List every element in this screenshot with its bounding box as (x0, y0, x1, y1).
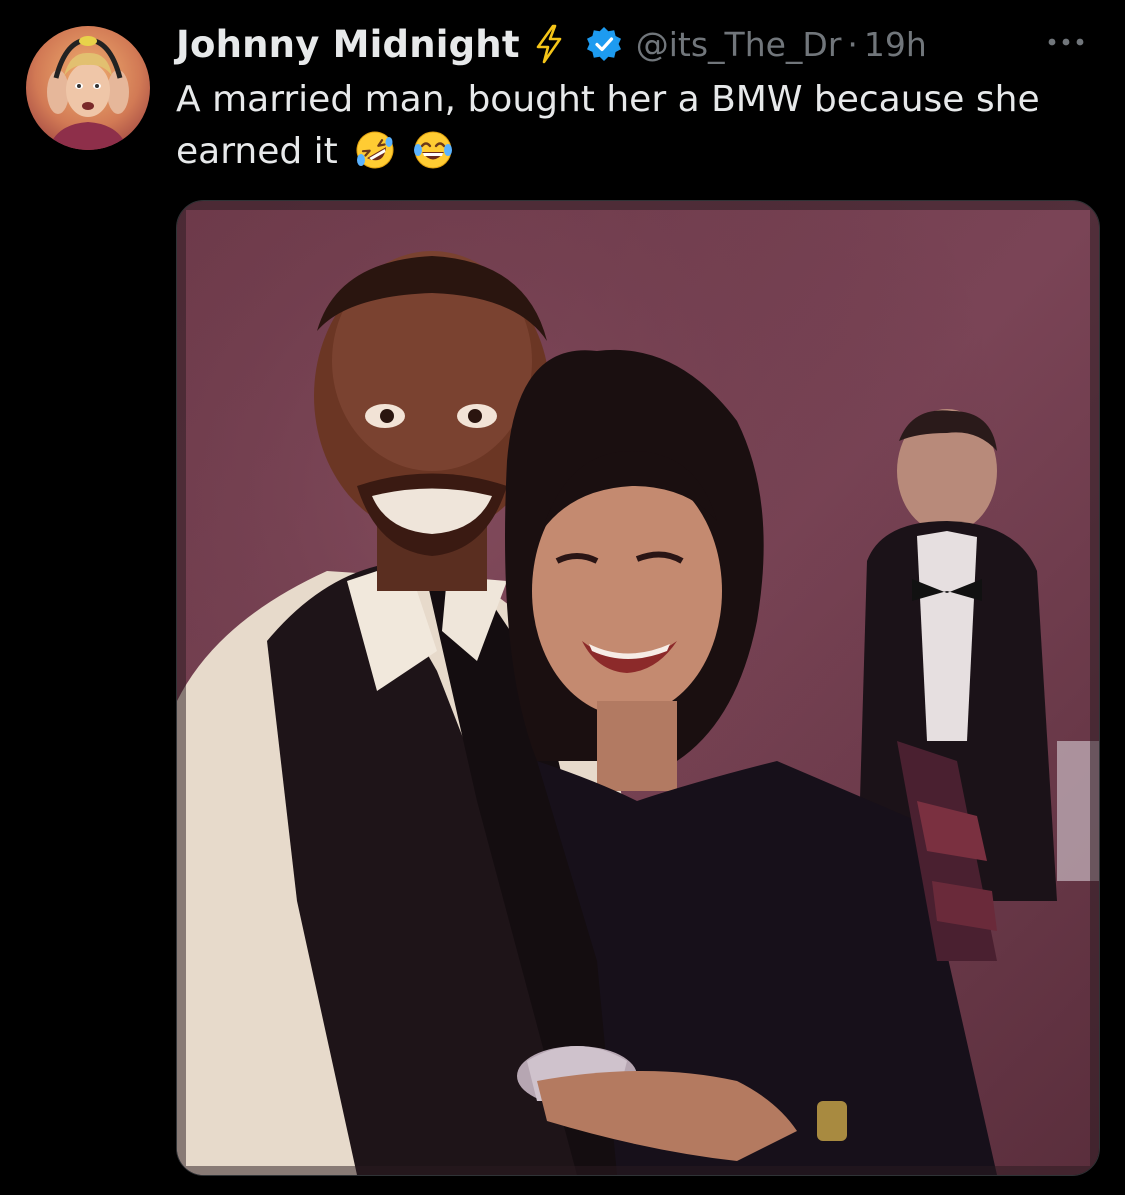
verified-badge-icon[interactable] (586, 26, 622, 62)
tweet-photo[interactable] (176, 200, 1100, 1176)
timestamp[interactable]: 19h (864, 25, 927, 64)
user-handle[interactable]: @its_The_Dr (636, 25, 842, 64)
face-with-tears-of-joy-emoji (413, 130, 453, 170)
tweet[interactable]: Johnny Midnight @its_The_Dr · 19h A marr… (0, 0, 1125, 1195)
more-options-icon[interactable] (1046, 30, 1086, 54)
rolling-on-floor-laughing-emoji (355, 130, 395, 170)
tweet-text-line-2-text: earned it (176, 131, 338, 172)
tweet-header: Johnny Midnight @its_The_Dr · 19h (176, 14, 927, 74)
separator-dot: · (847, 24, 858, 64)
display-name[interactable]: Johnny Midnight (176, 23, 520, 66)
lightning-bolt-icon (534, 24, 564, 64)
tweet-text: A married man, bought her a BMW because … (176, 74, 1106, 178)
photo-image (177, 201, 1099, 1175)
tweet-text-line-2: earned it (176, 126, 1106, 178)
tweet-text-line-1: A married man, bought her a BMW because … (176, 79, 1040, 120)
avatar-image (26, 26, 150, 150)
avatar[interactable] (26, 26, 150, 150)
